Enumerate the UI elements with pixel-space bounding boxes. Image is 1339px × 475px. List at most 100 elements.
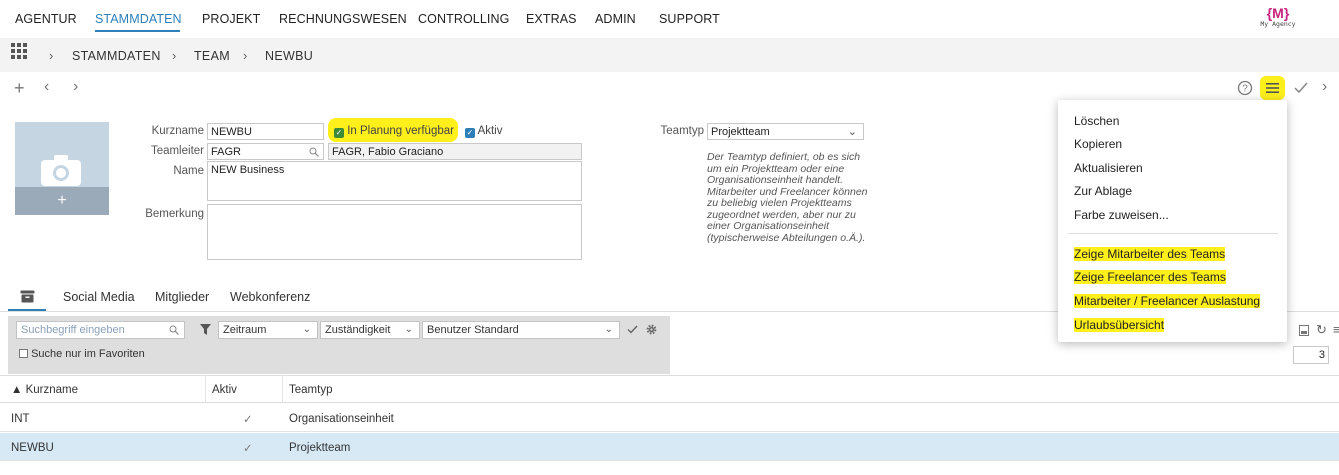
page-number-input[interactable]: 3 [1293, 346, 1329, 364]
cell-kurzname: INT [11, 413, 30, 425]
menu-item-zur-ablage[interactable]: Zur Ablage [1074, 184, 1132, 198]
filter-funnel-icon[interactable] [200, 324, 211, 335]
menu-item-zeige-mitarbeiter[interactable]: Zeige Mitarbeiter des Teams [1074, 247, 1226, 261]
name-label: Name [173, 165, 204, 177]
tab-webkonferenz[interactable]: Webkonferenz [230, 290, 310, 304]
tab-mitglieder[interactable]: Mitglieder [155, 290, 209, 304]
previous-icon[interactable]: ‹ [44, 78, 49, 96]
bemerkung-label: Bemerkung [145, 208, 204, 220]
checkbox-checked-icon: ✓ [465, 128, 475, 138]
help-icon[interactable]: ? [1237, 80, 1253, 96]
gear-icon[interactable] [646, 324, 657, 335]
apply-check-icon[interactable] [627, 325, 638, 334]
save-check-icon[interactable] [1294, 82, 1308, 94]
menu-item-aktualisieren[interactable]: Aktualisieren [1074, 161, 1143, 175]
teamtyp-select[interactable]: Projektteam ⌄ [707, 123, 864, 140]
teamtyp-description: Der Teamtyp definiert, ob es sich um ein… [707, 151, 868, 244]
benutzer-select[interactable]: Benutzer Standard ⌄ [422, 321, 620, 339]
search-icon[interactable] [309, 147, 319, 157]
apps-grid-icon[interactable] [11, 43, 27, 59]
nav-extras[interactable]: EXTRAS [526, 12, 577, 26]
search-placeholder: Suchbegriff eingeben [21, 324, 125, 336]
zeitraum-select[interactable]: Zeitraum ⌄ [218, 321, 318, 339]
my-agency-logo: {M} My Agency [1258, 6, 1298, 34]
menu-item-zeige-freelancer[interactable]: Zeige Freelancer des Teams [1074, 270, 1226, 284]
logo-mark: {M} [1266, 5, 1290, 21]
checkbox-unchecked-icon [19, 349, 28, 358]
chevron-down-icon: ⌄ [302, 324, 311, 335]
table-header [0, 375, 1339, 403]
nav-admin[interactable]: ADMIN [595, 12, 636, 26]
breadcrumb-team[interactable]: TEAM [194, 49, 230, 63]
menu-item-kopieren[interactable]: Kopieren [1074, 137, 1122, 151]
menu-item-label: Zeige Mitarbeiter des Teams [1074, 247, 1226, 261]
breadcrumb-stammdaten[interactable]: STAMMDATEN [72, 49, 161, 63]
more-icon[interactable]: ≡ [1333, 322, 1339, 337]
nav-rechnungswesen[interactable]: RECHNUNGSWESEN [279, 12, 407, 26]
zeitraum-value: Zeitraum [223, 324, 267, 336]
tab-active-indicator [8, 309, 46, 311]
cell-aktiv-check-icon: ✓ [243, 414, 253, 426]
svg-text:?: ? [1242, 84, 1248, 95]
teamtyp-label: Teamtyp [660, 125, 704, 137]
hamburger-menu-icon[interactable] [1266, 82, 1279, 94]
search-input[interactable]: Suchbegriff eingeben [16, 321, 185, 339]
refresh-icon[interactable]: ↻ [1316, 322, 1327, 338]
menu-item-farbe-zuweisen[interactable]: Farbe zuweisen... [1074, 208, 1169, 222]
nav-support[interactable]: SUPPORT [659, 12, 720, 26]
menu-item-label: Zeige Freelancer des Teams [1074, 270, 1226, 284]
chevron-down-icon: ⌄ [847, 126, 857, 138]
menu-item-label: Mitarbeiter / Freelancer Auslastung [1074, 294, 1261, 308]
menu-item-urlaubsuebersicht[interactable]: Urlaubsübersicht [1074, 318, 1165, 332]
team-photo-placeholder[interactable]: + [15, 122, 109, 215]
chevron-right-icon: › [49, 48, 54, 63]
aktiv-checkbox[interactable]: ✓ Aktiv [465, 125, 502, 138]
breadcrumb-newbu: NEWBU [265, 49, 314, 63]
checkbox-checked-icon: ✓ [334, 128, 344, 138]
teamleiter-label: Teamleiter [150, 145, 204, 157]
column-header-aktiv[interactable]: Aktiv [212, 384, 237, 396]
cell-teamtyp: Organisationseinheit [289, 413, 394, 425]
table-row[interactable] [0, 404, 1339, 432]
close-icon[interactable]: › [1322, 78, 1327, 96]
menu-item-auslastung[interactable]: Mitarbeiter / Freelancer Auslastung [1074, 294, 1261, 308]
add-icon[interactable]: + [14, 78, 25, 99]
teamleiter-input[interactable]: FAGR [207, 143, 324, 160]
column-header-teamtyp[interactable]: Teamtyp [289, 384, 332, 396]
menu-item-label: Urlaubsübersicht [1074, 318, 1165, 332]
cell-kurzname: NEWBU [11, 442, 54, 454]
column-divider [205, 375, 206, 403]
logo-text: My Agency [1260, 20, 1296, 28]
bemerkung-textarea[interactable] [207, 204, 582, 260]
teamtyp-value: Projektteam [711, 126, 770, 138]
zustaendigkeit-select[interactable]: Zuständigkeit ⌄ [320, 321, 420, 339]
column-header-kurzname[interactable]: ▲ Kurzname [11, 384, 78, 396]
export-icon[interactable] [1299, 325, 1309, 336]
kurzname-input[interactable]: NEWBU [207, 123, 324, 140]
chevron-down-icon: ⌄ [404, 324, 413, 335]
benutzer-value: Benutzer Standard [427, 324, 519, 336]
nav-active-underline [95, 30, 180, 32]
name-input[interactable]: NEW Business [207, 161, 582, 201]
aktiv-label: Aktiv [477, 125, 503, 137]
cell-teamtyp: Projektteam [289, 442, 351, 454]
cell-aktiv-check-icon: ✓ [243, 443, 253, 455]
in-planung-checkbox[interactable]: ✓ In Planung verfügbar [334, 125, 454, 138]
nav-controlling[interactable]: CONTROLLING [418, 12, 509, 26]
table-row-selected[interactable] [0, 433, 1339, 461]
tab-social-media[interactable]: Social Media [63, 290, 135, 304]
search-icon[interactable] [169, 325, 179, 335]
chevron-right-icon: › [172, 48, 177, 63]
nav-projekt[interactable]: PROJEKT [202, 12, 260, 26]
add-photo-icon[interactable]: + [15, 187, 109, 215]
inbox-tray-icon[interactable] [20, 290, 35, 303]
kurzname-label: Kurzname [151, 125, 204, 137]
nav-stammdaten[interactable]: STAMMDATEN [95, 12, 182, 26]
in-planung-label: In Planung verfügbar [347, 125, 454, 137]
chevron-right-icon: › [243, 48, 248, 63]
column-divider [282, 375, 283, 403]
next-icon[interactable]: › [73, 78, 78, 96]
menu-item-loeschen[interactable]: Löschen [1074, 114, 1119, 128]
favorites-checkbox[interactable]: Suche nur im Favoriten [19, 348, 145, 360]
nav-agentur[interactable]: AGENTUR [15, 12, 77, 26]
